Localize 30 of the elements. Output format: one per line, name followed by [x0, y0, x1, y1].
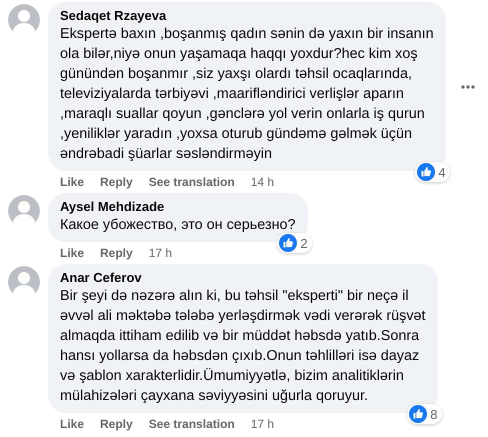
- comment-text: Bir şeyi də nəzərə alın ki, bu təhsil "eksperti" bir neçə il əvvəl ali məktəbə tələbə yerləşdirmək vədi verərək rüşvət almaqda ittiham edilib və bir müddət həbsdə yatıb.Sonra hansı yollarsa da həbsdən çıxıb.Onun təhlilləri isə dayaz və şablon xarakterlidir.Ümumiyyətlə, bizim analitiklərin mülahizələri çayxana səviyyəsini uğurla qoruyur.: [60, 287, 426, 406]
- action-link[interactable]: Reply: [100, 245, 133, 261]
- reaction-count: 2: [300, 236, 308, 250]
- timestamp[interactable]: 17 h: [148, 245, 172, 261]
- comment-text: Ekspertə baxın ,boşanmış qadın sənin də yaxın bir insanın ola bilər,niyə onun yaşamaqa haqqı yoxdur?hec kim xoş günündən boşanmır ,siz yaxşı olardı təhsil ocaqlarında, televiziyalarda tərbiyəvi ,maarifləndirici verlişlər aparın ,maraqlı suallar qoyun ,gənclərə yol verin onlarla iş qurun ,yeniliklər yaradın ,yoxsa oturub gündəmə gəlmək üçün əndrəbadi şüarlar səsləndirməyin: [60, 25, 434, 164]
- author-name[interactable]: Anar Ceferov: [60, 270, 426, 286]
- reaction-count: 8: [430, 406, 438, 422]
- timestamp[interactable]: 17 h: [250, 416, 274, 432]
- avatar-icon[interactable]: [8, 195, 40, 227]
- author-name[interactable]: Sedaqet Rzayeva: [60, 8, 434, 24]
- action-link[interactable]: Reply: [100, 416, 133, 432]
- reaction-badge[interactable]: 4: [415, 162, 450, 182]
- timestamp[interactable]: 14 h: [250, 174, 274, 190]
- reaction-badge[interactable]: 8: [407, 404, 442, 424]
- thumbs-up-icon: [409, 405, 428, 423]
- reaction-badge[interactable]: 2: [277, 233, 312, 253]
- comment-text: Какое убожество, это он серьезно?: [60, 216, 296, 235]
- thumbs-up-icon: [279, 234, 298, 252]
- action-link[interactable]: Like: [60, 245, 84, 261]
- avatar-icon[interactable]: [8, 266, 40, 298]
- author-name[interactable]: Aysel Mehdizade: [60, 199, 296, 215]
- more-options-icon[interactable]: [460, 84, 476, 90]
- action-link[interactable]: Like: [60, 416, 84, 432]
- reaction-count: 4: [438, 164, 446, 180]
- action-link[interactable]: Like: [60, 174, 84, 190]
- avatar-icon[interactable]: [8, 4, 40, 36]
- action-link[interactable]: Reply: [100, 174, 133, 190]
- thumbs-up-icon: [417, 163, 436, 181]
- action-link[interactable]: See translation: [148, 416, 235, 432]
- action-link[interactable]: See translation: [148, 174, 235, 190]
